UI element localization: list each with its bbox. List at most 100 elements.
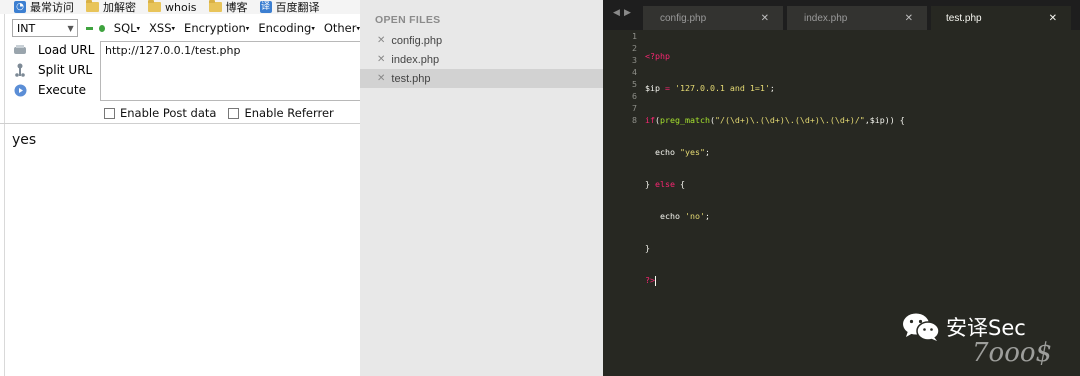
code-token: "yes" [679,147,705,157]
code-token: ,$ip)) { [864,115,905,125]
load-url-icon [12,43,28,57]
menu-label: Other [323,21,357,35]
minus-icon[interactable] [85,26,93,30]
hackbar-toolbar: INT ▼ SQL▾ XSS▾ Encryption▾ Encoding▾ Ot… [0,17,360,39]
menu-encryption[interactable]: Encryption▾ [184,21,249,35]
code-token: preg_match [660,115,710,125]
close-icon[interactable]: ✕ [761,13,769,24]
split-url-button[interactable]: Split URL [0,60,98,80]
bookmark-blog[interactable]: 博客 [208,0,248,14]
hackbar-options: Enable Post data Enable Referrer [104,106,346,120]
close-icon[interactable]: ✕ [377,35,385,46]
bookmark-translate[interactable]: 译 百度翻译 [259,0,320,14]
code-token: { [674,179,685,189]
code-line: } [645,242,905,254]
frequent-icon: ◔ [14,1,26,13]
arrow-right-icon[interactable]: ▶ [624,8,631,18]
code-line: if(preg_match("/(\d+)\.(\d+)\.(\d+)\.(\d… [645,114,905,126]
arrow-left-icon[interactable]: ◀ [613,8,620,18]
code-line: echo "yes"; [645,146,905,158]
menu-label: SQL [113,21,137,35]
load-url-button[interactable]: Load URL [0,40,98,60]
caret-icon: ▾ [245,24,250,33]
tab-bar: ◀ ▶ config.php ✕ index.php ✕ test.php ✕ [603,0,1080,30]
line-number: 5 [632,79,637,89]
code-token: ; [704,211,710,221]
watermark-sub: 7ooo$ [972,338,1053,368]
enable-referrer-option[interactable]: Enable Referrer [228,106,334,120]
caret-icon: ▾ [311,24,315,33]
sidebar-file-config[interactable]: ✕ config.php [360,31,603,50]
code-token: if [645,115,655,125]
tab-label: config.php [660,12,707,24]
bookmark-label: 百度翻译 [275,1,320,14]
code-token: ; [704,147,710,157]
wechat-icon [902,312,940,342]
close-icon[interactable]: ✕ [377,54,385,65]
int-select[interactable]: INT ▼ [12,19,78,37]
code-line: <?php [645,50,905,62]
plus-icon[interactable] [98,24,105,32]
tab-test[interactable]: test.php ✕ [931,6,1071,30]
translate-icon: 译 [259,1,272,13]
line-number: 6 [632,91,637,101]
split-url-icon [12,63,28,77]
execute-button[interactable]: Execute [0,80,98,100]
int-select-value: INT [17,21,36,35]
bookmark-label: whois [165,0,197,14]
close-icon[interactable]: ✕ [1049,13,1057,24]
folder-icon [148,0,161,12]
code-token: '127.0.0.1 and 1=1' [669,83,770,93]
close-icon[interactable]: ✕ [905,13,913,24]
menu-label: Encryption [184,21,246,35]
line-number: 8 [632,115,637,125]
menu-other[interactable]: Other▾ [324,21,360,35]
enable-post-option[interactable]: Enable Post data [104,106,216,120]
bookmark-whois[interactable]: whois [148,0,197,14]
folder-icon [208,0,222,12]
file-label: test.php [391,72,431,85]
bookmark-label: 加解密 [103,1,136,14]
line-number: 3 [632,55,637,65]
page-output: yes [12,132,37,148]
code-token: ?> [645,275,655,285]
line-number: 7 [632,103,637,113]
code-line: ?> [645,274,905,286]
menu-xss[interactable]: XSS▾ [149,21,175,35]
code-token: echo [645,211,685,221]
tab-label: test.php [946,12,982,24]
code-token: ; [769,83,775,93]
code-token: } [645,243,650,253]
close-icon[interactable]: ✕ [377,73,385,84]
hackbar-actions: Load URL Split URL Execute [0,40,98,102]
file-label: config.php [391,34,443,47]
tab-index[interactable]: index.php ✕ [787,6,927,30]
code-area[interactable]: <?php $ip = '127.0.0.1 and 1=1'; if(preg… [645,30,905,306]
execute-label: Execute [38,83,86,97]
execute-icon [12,83,28,97]
bookmark-label: 最常访问 [30,1,74,14]
menu-label: XSS [149,21,172,35]
tab-config[interactable]: config.php ✕ [643,6,783,30]
bookmark-frequent[interactable]: ◔ 最常访问 [14,0,74,14]
bookmarks-bar: ◔ 最常访问 加解密 whois 博客 译 百度翻译 [0,0,360,14]
code-token: "/(\d+)\.(\d+)\.(\d+)\.(\d+)/" [714,115,865,125]
bookmark-crypto[interactable]: 加解密 [86,0,136,14]
url-textarea[interactable]: http://127.0.0.1/test.php [100,41,360,101]
option-label: Enable Referrer [244,106,334,120]
text-cursor [655,275,656,286]
chevron-down-icon: ▼ [67,23,74,33]
sidebar-file-test[interactable]: ✕ test.php [360,69,603,88]
line-number: 1 [632,31,637,41]
enable-post-checkbox[interactable] [104,107,115,119]
code-token: } [645,179,655,189]
code-line: } else { [645,178,905,190]
folder-icon [86,0,99,12]
sidebar-header: OPEN FILES [375,14,441,26]
browser-panel: ◔ 最常访问 加解密 whois 博客 译 百度翻译 INT ▼ SQL▾ XS… [0,0,360,376]
menu-sql[interactable]: SQL▾ [114,21,140,35]
line-gutter: 1 2 3 4 5 6 7 8 [603,30,637,126]
enable-referrer-checkbox[interactable] [228,107,240,119]
sidebar-file-index[interactable]: ✕ index.php [360,50,603,69]
menu-encoding[interactable]: Encoding▾ [258,21,315,35]
